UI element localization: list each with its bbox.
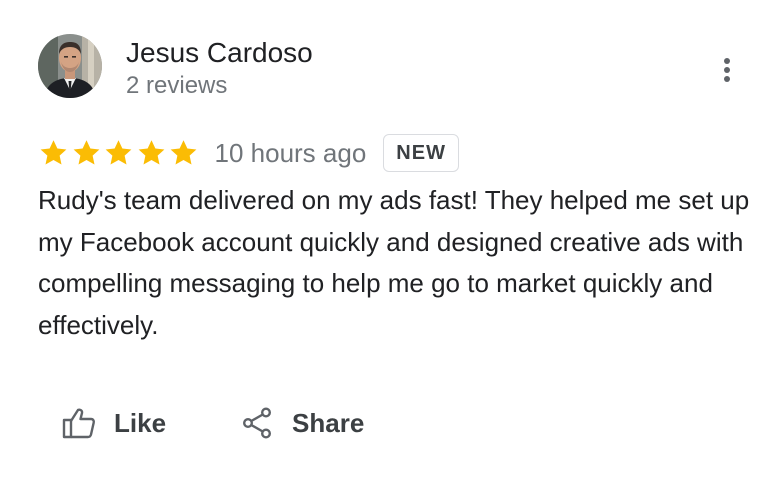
more-dot (724, 76, 730, 82)
review-text: Rudy's team delivered on my ads fast! Th… (38, 185, 750, 340)
avatar-photo (38, 34, 102, 98)
more-dot (724, 58, 730, 64)
share-label: Share (292, 407, 365, 438)
review-count[interactable]: 2 reviews (126, 70, 227, 102)
star-icon (136, 138, 167, 168)
share-icon (242, 407, 272, 439)
review-time: 10 hours ago (214, 138, 367, 168)
review-actions: Like Share (62, 400, 364, 446)
review-card: Jesus Cardoso 2 reviews 10 hours ago NEW… (0, 0, 772, 478)
more-options-button[interactable] (714, 54, 742, 86)
star-icon (71, 138, 102, 168)
star-icon (103, 138, 134, 168)
rating-row: 10 hours ago NEW (38, 130, 459, 176)
share-button[interactable]: Share (242, 407, 364, 439)
star-icon (168, 138, 199, 168)
reviewer-name[interactable]: Jesus Cardoso (126, 36, 313, 70)
more-dot (724, 67, 730, 73)
avatar[interactable] (38, 34, 102, 98)
star-icon (38, 138, 69, 168)
thumb-up-icon (62, 407, 96, 439)
star-rating (38, 138, 201, 168)
new-badge: NEW (383, 134, 459, 172)
like-label: Like (114, 407, 167, 438)
like-button[interactable]: Like (62, 407, 166, 439)
